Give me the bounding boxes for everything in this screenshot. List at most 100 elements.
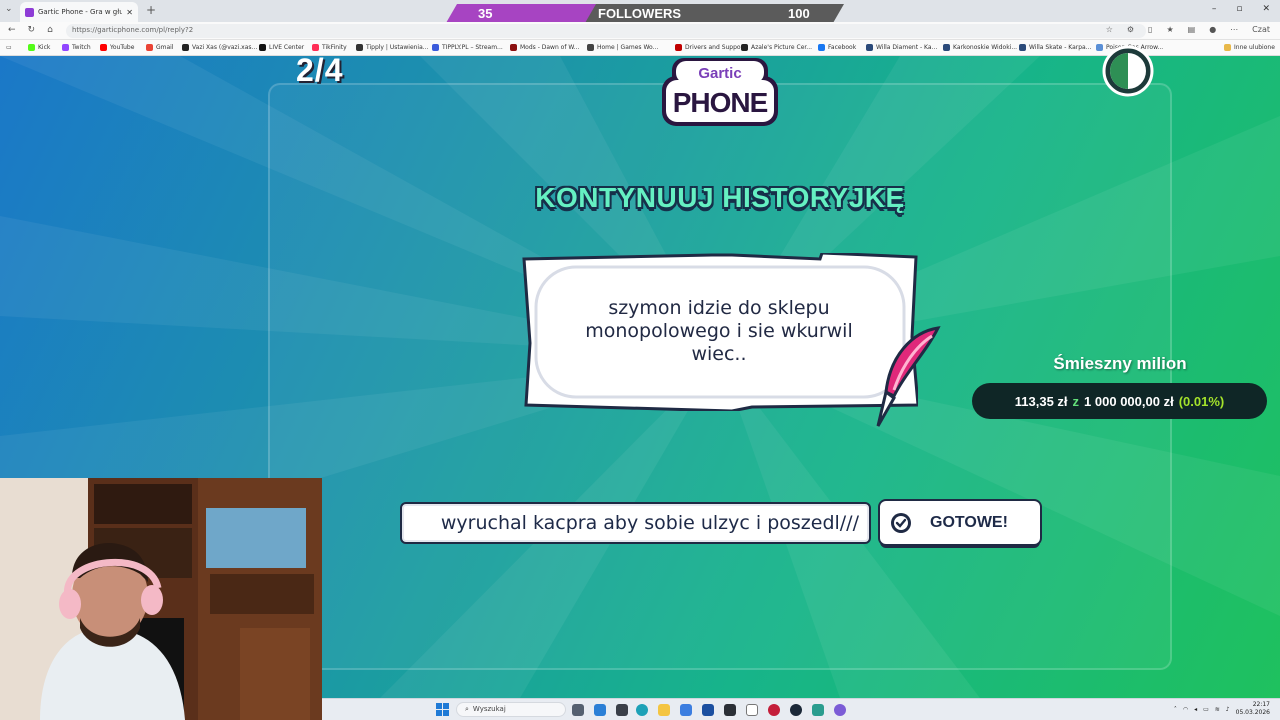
taskbar-search[interactable]: ⌕ Wyszukaj (456, 702, 566, 717)
bookmark-favicon-icon (182, 44, 189, 51)
app-icon[interactable] (746, 704, 758, 716)
bookmark-item[interactable]: Willa Diament - Ka... (866, 44, 937, 51)
app-icon[interactable] (616, 704, 628, 716)
gartic-phone-logo: Gartic PHONE (662, 58, 778, 126)
million-goal-title: Śmieszny milion (1053, 354, 1187, 373)
bookmark-item[interactable]: LIVE Center (259, 44, 304, 51)
new-tab-icon[interactable]: + (146, 3, 156, 17)
bookmark-label: Twitch (72, 44, 91, 51)
bookmark-item[interactable]: Drivers and Suppo... (675, 44, 746, 51)
bookmark-item[interactable]: Home | Games Wo... (587, 44, 658, 51)
bookmark-label: Mods - Dawn of W... (520, 44, 580, 51)
close-icon[interactable]: ✕ (126, 8, 138, 17)
file-explorer-icon[interactable] (658, 704, 670, 716)
more-menu-icon[interactable]: ⋯ (1230, 25, 1238, 34)
bookmark-favicon-icon (100, 44, 107, 51)
edge-browser-icon[interactable] (636, 704, 648, 716)
bookmark-favicon-icon (62, 44, 69, 51)
minimize-icon[interactable]: – (1212, 4, 1217, 14)
windows-start-icon[interactable] (436, 703, 449, 716)
maximize-icon[interactable]: ▫ (1236, 4, 1242, 14)
chat-button[interactable]: Czat (1252, 25, 1270, 34)
bookmark-label: LIVE Center (269, 44, 305, 51)
collections-icon[interactable]: ▤ (1188, 25, 1196, 34)
previous-story-text: szymon idzie do sklepu monopolowego i si… (585, 297, 853, 365)
monitor-icon[interactable]: ▭ (1203, 706, 1209, 713)
bookmark-label: Willa Diament - Ka... (876, 44, 938, 51)
quill-pen-icon (876, 326, 941, 427)
million-goal-bar: 113,35 zł z 1 000 000,00 zł (0.01%) (972, 383, 1267, 419)
bookmark-label: Vazi Xas (@vazi.xas... (192, 44, 258, 51)
story-input-value: wyruchal kacpra aby sobie ulzyc i poszed… (440, 512, 859, 534)
followers-goal: 100 (788, 6, 810, 21)
bookmark-label: TikFinity (322, 44, 347, 51)
bookmark-item[interactable]: Twitch (62, 44, 91, 51)
extensions-icon[interactable]: ⚙ (1127, 25, 1134, 34)
other-favorites[interactable]: Inne ulubione (1224, 44, 1275, 51)
bookmark-item[interactable]: Azale's Picture Cer... (741, 44, 812, 51)
app-icon[interactable] (724, 704, 736, 716)
svg-text:Gartic: Gartic (698, 65, 741, 82)
tray-expand-icon[interactable]: ˄ (1174, 706, 1177, 713)
system-tray: ˄ ◠ ◂ ▭ ≋ ♪ 22:17 05.03.2026 (1174, 701, 1270, 717)
app-icon[interactable] (680, 704, 692, 716)
reload-icon[interactable]: ↻ (28, 25, 36, 35)
nav-buttons: ← ↻ ⌂ (8, 25, 53, 35)
bookmark-item[interactable]: Mods - Dawn of W... (510, 44, 579, 51)
bookmark-item[interactable]: Willa Skate - Karpa... (1019, 44, 1091, 51)
browser-tab[interactable]: Gartic Phone - Gra w głuchy telef... ✕ (20, 2, 138, 22)
million-separator: z (1072, 393, 1080, 409)
bookmark-item[interactable]: Kick (28, 44, 50, 51)
widgets-icon[interactable] (594, 704, 606, 716)
wifi-icon[interactable]: ≋ (1215, 706, 1220, 713)
bookmark-item[interactable]: Facebook (818, 44, 856, 51)
volume-icon[interactable]: ◂ (1194, 706, 1197, 713)
bookmark-label: Kick (38, 44, 51, 51)
bookmark-label: TIPPLY.PL – Stream... (442, 44, 503, 51)
task-view-icon[interactable] (572, 704, 584, 716)
story-continue-input[interactable]: wyruchal kacpra aby sobie ulzyc i poszed… (400, 502, 871, 544)
timer-icon (1102, 45, 1154, 97)
bookmark-item[interactable]: Gmail (146, 44, 174, 51)
network-icon[interactable]: ◠ (1183, 706, 1188, 713)
window-controls: – ▫ ✕ (1212, 4, 1270, 14)
webcam-feed (0, 478, 322, 720)
split-screen-icon[interactable]: ▯ (1148, 25, 1152, 34)
bookmark-item[interactable]: Tipply | Ustawienia... (356, 44, 429, 51)
bookmark-label: Facebook (828, 44, 857, 51)
bookmark-favicon-icon (432, 44, 439, 51)
url-field[interactable]: https://garticphone.com/pl/reply?2 (66, 24, 1146, 38)
bookmark-favicon-icon (818, 44, 825, 51)
bookmark-item[interactable]: TikFinity (312, 44, 347, 51)
tab-list-icon[interactable]: ⌄ (5, 4, 13, 14)
app-icon[interactable] (702, 704, 714, 716)
steam-icon[interactable] (790, 704, 802, 716)
favorite-star-icon[interactable]: ☆ (1106, 25, 1113, 34)
address-bar-row: ← ↻ ⌂ https://garticphone.com/pl/reply?2… (0, 22, 1280, 40)
profile-icon[interactable]: ● (1209, 25, 1216, 34)
app-icon[interactable] (834, 704, 846, 716)
ready-button[interactable]: GOTOWE! (880, 501, 1040, 544)
back-icon[interactable]: ← (8, 25, 16, 35)
speaker-icon[interactable]: ♪ (1226, 706, 1230, 713)
favorites-icon[interactable]: ★ (1166, 25, 1173, 34)
bookmark-item[interactable]: YouTube (100, 44, 134, 51)
bookmark-label: Azale's Picture Cer... (751, 44, 813, 51)
app-icon[interactable] (812, 704, 824, 716)
clock[interactable]: 22:17 05.03.2026 (1236, 701, 1270, 717)
bookmark-item[interactable]: TIPPLY.PL – Stream... (432, 44, 503, 51)
clock-date: 05.03.2026 (1235, 709, 1270, 716)
bookmark-favicon-icon (943, 44, 950, 51)
bookmark-item[interactable]: Karkonoskie Widoki... (943, 44, 1017, 51)
obs-icon[interactable] (768, 704, 780, 716)
bookmark-label: Karkonoskie Widoki... (953, 44, 1018, 51)
bookmarks-folder-icon[interactable]: ▭ (6, 44, 12, 51)
bookmark-label: Drivers and Suppo... (685, 44, 747, 51)
bookmark-label: YouTube (110, 44, 135, 51)
home-icon[interactable]: ⌂ (47, 25, 53, 35)
ready-button-label: GOTOWE! (930, 513, 1008, 531)
million-current: 113,35 zł (1014, 393, 1068, 409)
clock-time: 22:17 (1252, 701, 1270, 708)
bookmark-item[interactable]: Vazi Xas (@vazi.xas... (182, 44, 257, 51)
window-close-icon[interactable]: ✕ (1262, 4, 1270, 14)
